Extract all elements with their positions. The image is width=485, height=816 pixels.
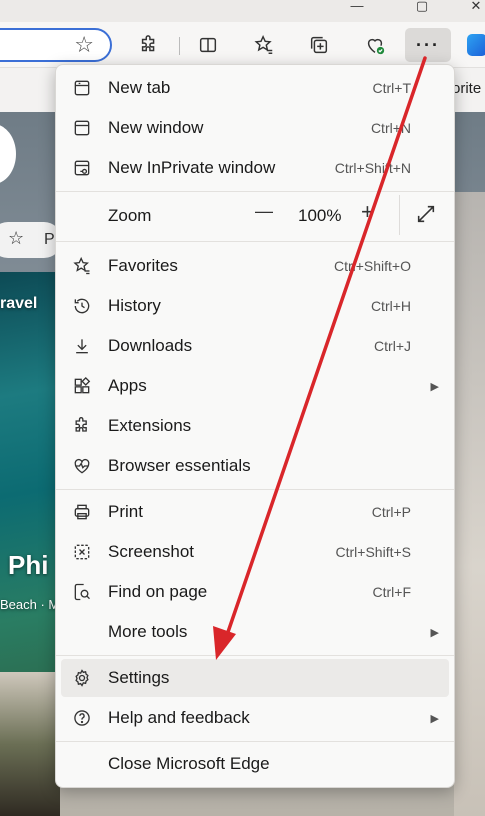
collections-icon[interactable] (304, 30, 334, 60)
zoom-divider (399, 195, 400, 235)
menu-item-label: Close Microsoft Edge (108, 754, 270, 773)
menu-item-history[interactable]: History Ctrl+H (61, 287, 449, 325)
menu-item-screenshot[interactable]: Screenshot Ctrl+Shift+S (61, 533, 449, 571)
menu-item-settings[interactable]: Settings (61, 659, 449, 697)
menu-item-shortcut: Ctrl+Shift+S (335, 544, 411, 560)
menu-item-shortcut: Ctrl+H (370, 298, 411, 314)
menu-item-close-microsoft-edge[interactable]: Close Microsoft Edge (61, 745, 449, 783)
menu-item-label: Help and feedback (108, 708, 250, 727)
favorite-star-icon[interactable]: ☆ (74, 32, 94, 58)
zoom-label: Zoom (108, 206, 152, 225)
pill-star-icon: ☆ (8, 228, 25, 248)
menu-divider (56, 489, 454, 490)
article-subtitle: Beach · M (0, 597, 60, 612)
zoom-in-button[interactable]: + (361, 199, 374, 225)
browser-essentials-icon (71, 455, 93, 477)
menu-item-help-and-feedback[interactable]: Help and feedback ▶ (61, 699, 449, 737)
menu-item-shortcut: Ctrl+J (374, 338, 411, 354)
help-icon (71, 707, 93, 729)
inprivate-icon (71, 157, 93, 179)
address-bar[interactable]: ☆ (0, 28, 112, 62)
settings-and-more-button[interactable]: ··· (405, 28, 451, 62)
page-avatar[interactable] (0, 124, 16, 184)
menu-item-extensions[interactable]: Extensions (61, 407, 449, 445)
menu-item-new-window[interactable]: New window Ctrl+N (61, 109, 449, 147)
menu-item-label: Downloads (108, 336, 193, 355)
history-icon (71, 295, 93, 317)
article-title[interactable]: Phi (8, 550, 48, 581)
menu-item-new-inprivate-window[interactable]: New InPrivate window Ctrl+Shift+N (61, 149, 449, 187)
downloads-icon (71, 335, 93, 357)
menu-item-shortcut: Ctrl+N (370, 120, 411, 136)
new-window-icon (71, 117, 93, 139)
menu-item-label: Print (108, 502, 143, 521)
menu-item-more-tools[interactable]: More tools ▶ (61, 613, 449, 651)
menu-item-shortcut: Ctrl+Shift+O (333, 258, 411, 274)
menu-item-shortcut: Ctrl+P (371, 504, 411, 520)
menu-item-label: Favorites (108, 256, 178, 275)
menu-item-browser-essentials[interactable]: Browser essentials (61, 447, 449, 485)
menu-item-shortcut: Ctrl+T (372, 80, 412, 96)
title-bar: — ▢ ✕ (0, 0, 485, 22)
screenshot-icon (71, 541, 93, 563)
toolbar-divider (179, 37, 180, 55)
menu-item-label: Settings (108, 668, 170, 687)
menu-item-new-tab[interactable]: New tab Ctrl+T (61, 69, 449, 107)
zoom-row: Zoom — 100% + (56, 195, 454, 235)
menu-divider (56, 241, 454, 242)
settings-icon (71, 667, 93, 689)
menu-item-find-on-page[interactable]: Find on page Ctrl+F (61, 573, 449, 611)
minimize-icon[interactable]: — (347, 0, 367, 13)
find-icon (71, 581, 93, 603)
browser-toolbar: ☆ ··· (0, 22, 485, 68)
extensions-icon (71, 415, 93, 437)
menu-item-label: More tools (108, 622, 188, 641)
split-screen-icon[interactable] (193, 30, 223, 60)
page-pill-button[interactable]: ☆ P (0, 222, 62, 258)
zoom-value: 100% (298, 206, 342, 225)
favorites-toolbar-icon[interactable] (249, 30, 279, 60)
menu-divider (56, 191, 454, 192)
submenu-arrow-icon: ▶ (430, 712, 439, 725)
menu-item-shortcut: Ctrl+F (372, 584, 412, 600)
menu-item-label: Browser essentials (108, 456, 251, 475)
travel-label: ravel (0, 295, 38, 312)
right-panel (454, 192, 485, 816)
menu-item-label: New window (108, 118, 204, 137)
extensions-toolbar-icon[interactable] (134, 30, 164, 60)
menu-item-downloads[interactable]: Downloads Ctrl+J (61, 327, 449, 365)
fullscreen-icon[interactable] (415, 203, 437, 225)
menu-item-favorites[interactable]: Favorites Ctrl+Shift+O (61, 247, 449, 285)
browser-essentials-toolbar-icon[interactable] (360, 30, 390, 60)
favorites-icon (71, 255, 93, 277)
new-tab-icon (71, 77, 93, 99)
menu-item-print[interactable]: Print Ctrl+P (61, 493, 449, 531)
apps-icon (71, 375, 93, 397)
submenu-arrow-icon: ▶ (430, 380, 439, 393)
menu-item-label: Find on page (108, 582, 208, 601)
settings-and-more-menu: New tab Ctrl+T New window Ctrl+N New InP… (55, 64, 455, 788)
menu-item-label: History (108, 296, 161, 315)
pill-label: P (44, 231, 55, 248)
print-icon (71, 501, 93, 523)
menu-item-apps[interactable]: Apps ▶ (61, 367, 449, 405)
menu-item-label: New tab (108, 78, 171, 97)
menu-item-label: Apps (108, 376, 147, 395)
submenu-arrow-icon: ▶ (430, 626, 439, 639)
copilot-icon[interactable] (467, 34, 485, 56)
close-icon[interactable]: ✕ (466, 0, 485, 13)
secondary-photo[interactable] (0, 672, 60, 816)
menu-item-shortcut: Ctrl+Shift+N (334, 160, 411, 176)
menu-item-label: Extensions (108, 416, 192, 435)
menu-item-label: New InPrivate window (108, 158, 276, 177)
menu-divider (56, 741, 454, 742)
favorites-bar-label[interactable]: orite (452, 80, 481, 97)
menu-item-label: Screenshot (108, 542, 194, 561)
zoom-out-button[interactable]: — (255, 201, 273, 222)
menu-divider (56, 655, 454, 656)
restore-icon[interactable]: ▢ (412, 0, 432, 13)
